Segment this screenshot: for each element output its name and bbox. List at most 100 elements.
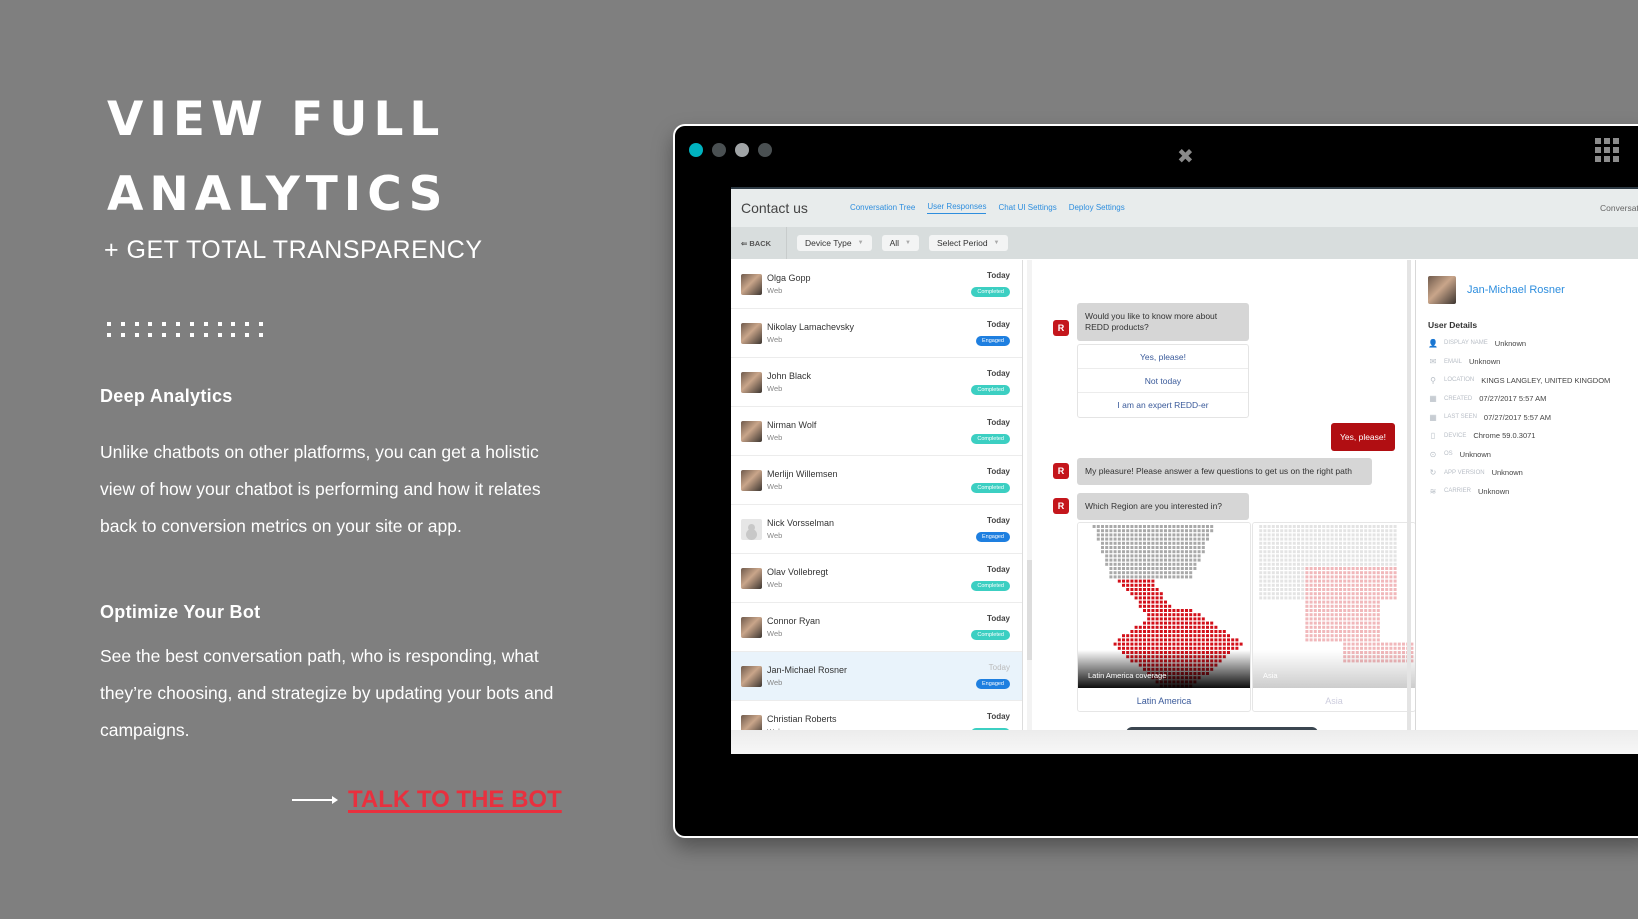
person-icon: 👤 [1428,338,1438,348]
window-dot-4[interactable] [758,143,772,157]
cta: TALK TO THE BOT [292,786,562,814]
talk-to-bot-link[interactable]: TALK TO THE BOT [348,786,562,814]
hero-title: VIEW FULL ANALYTICS [107,82,449,232]
conversation-list: Olga Gopp Web Today Completed Nikolay La… [731,260,1023,730]
user-detail-row: 👤 Display Name Unknown [1428,334,1638,353]
conversation-row[interactable]: Christian Roberts Web Today Completed [731,701,1022,730]
user-detail-key: Last Seen [1444,414,1477,421]
app-header: Contact us Conversation Tree User Respon… [731,189,1638,227]
arrow-right-icon [292,796,338,804]
conversation-user-name: Nirman Wolf [767,420,817,430]
user-detail-key: OS [1444,451,1453,458]
user-detail-value: Unknown [1494,338,1527,348]
user-detail-row: ▦ Created 07/27/2017 5:57 AM [1428,390,1638,409]
dot [203,322,208,326]
list-scrollbar[interactable] [1027,260,1032,730]
decorative-dots [107,322,273,338]
chat-transcript: R Would you like to know more about REDD… [1033,260,1416,733]
dot [107,322,111,326]
conversation-row[interactable]: Nirman Wolf Web Today Completed [731,407,1022,456]
conversation-user-name: John Black [767,371,812,381]
conversation-row[interactable]: Jan-Michael Rosner Web Today Engaged [731,652,1022,701]
quick-reply-option[interactable]: Yes, please! [1078,345,1248,369]
conversation-row[interactable]: Merlijn Willemsen Web Today Completed [731,456,1022,505]
grid-icon[interactable] [1595,138,1619,162]
conversation-channel: Web [767,433,783,442]
tab-chat-ui-settings[interactable]: Chat UI Settings [998,203,1056,214]
user-detail-value: 07/27/2017 5:57 AM [1483,412,1552,422]
avatar [741,518,762,540]
dot [162,333,167,337]
conversation-row[interactable]: Connor Ryan Web Today Completed [731,603,1022,652]
user-detail-value: Unknown [1491,468,1523,478]
conversation-channel: Web [767,580,783,589]
window-dot-2[interactable] [712,143,726,157]
region-card-asia[interactable]: Asia Asia [1252,522,1416,712]
user-detail-key: Location [1444,377,1475,384]
device-type-label: Device Type [805,238,852,248]
close-icon[interactable]: ✖ [1177,144,1194,168]
tab-conversation-tree[interactable]: Conversation Tree [850,203,915,214]
avatar [741,322,762,344]
conversation-date: Today [987,515,1010,525]
user-name[interactable]: Jan-Michael Rosner [1467,284,1565,296]
map-image-latin-america: Latin America coverage [1078,523,1250,688]
user-detail-value: Unknown [1478,486,1510,496]
avatar [741,371,762,393]
device-type-dropdown[interactable]: Device Type ▼ [797,235,872,251]
section-heading-deep-analytics: Deep Analytics [100,386,233,406]
conversation-row[interactable]: Olga Gopp Web Today Completed [731,260,1022,309]
tab-user-responses[interactable]: User Responses [927,202,987,214]
quick-reply-options: Yes, please! Not today I am an expert RE… [1077,344,1249,418]
bot-message: My pleasure! Please answer a few questio… [1077,458,1372,485]
avatar [741,420,762,442]
user-detail-value: 07/27/2017 5:57 AM [1479,394,1547,404]
hero-subtitle: + GET TOTAL TRANSPARENCY [104,236,483,264]
conversation-row[interactable]: Nikolay Lamachevsky Web Today Engaged [731,309,1022,358]
conversation-date: Today [987,270,1010,280]
user-detail-row: ⚲ Location KINGS LANGLEY, UNITED KINGDOM [1428,371,1638,390]
select-period-dropdown[interactable]: Select Period ▼ [928,235,1008,251]
os-icon: ⊙ [1429,449,1437,459]
app-version-icon: ↻ [1429,468,1437,478]
status-badge: Completed [971,580,1010,591]
conversation-row[interactable]: Nick Vorsselman Web Today Engaged [731,505,1022,554]
card-label[interactable]: Latin America [1078,688,1250,711]
window-dot-3[interactable] [735,143,749,157]
dot [176,322,181,326]
conversation-user-name: Christian Roberts [767,714,837,724]
region-card-latin-america[interactable]: Latin America coverage Latin America [1077,522,1251,712]
window-dot-1[interactable] [689,143,703,157]
calendar-icon: ▦ [1429,412,1437,422]
status-badge: Completed [971,384,1010,395]
conversation-row[interactable]: John Black Web Today Completed [731,358,1022,407]
conversation-user-name: Nick Vorsselman [767,518,835,528]
user-detail-row: ✉ Email Unknown [1428,353,1638,372]
bot-message: Which Region are you interested in? [1077,493,1249,520]
user-detail-row: ▦ Last Seen 07/27/2017 5:57 AM [1428,408,1638,427]
user-detail-key: Created [1444,395,1473,402]
dot [231,322,236,326]
card-label[interactable]: Asia [1253,688,1415,711]
conversation-date: Today [987,613,1010,623]
conversation-row[interactable]: Olav Vollebregt Web Today Completed [731,554,1022,603]
back-button[interactable]: ⇐ BACK [741,227,787,259]
all-dropdown[interactable]: All ▼ [881,235,919,251]
avatar [741,273,762,295]
status-badge: Completed [971,482,1010,493]
select-period-label: Select Period [936,238,988,248]
bot-avatar: R [1053,498,1069,514]
list-scrollbar-thumb[interactable] [1027,560,1032,660]
conversation-channel: Web [767,531,783,540]
status-badge: Engaged [975,531,1010,542]
conversation-user-name: Jan-Michael Rosner [767,665,848,675]
email-icon: ✉ [1429,357,1437,367]
dot [120,322,125,326]
hero-title-line1: VIEW FULL [107,92,446,147]
bot-avatar: R [1053,463,1069,479]
quick-reply-option[interactable]: Not today [1078,369,1248,393]
chat-scrollbar[interactable] [1407,260,1411,730]
app-title: Contact us [741,200,808,216]
quick-reply-option[interactable]: I am an expert REDD-er [1078,393,1248,417]
tab-deploy-settings[interactable]: Deploy Settings [1069,203,1125,214]
